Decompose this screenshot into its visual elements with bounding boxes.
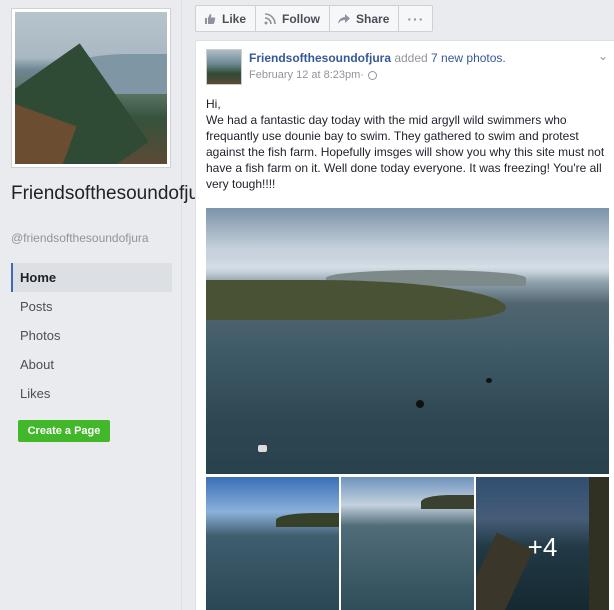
like-label: Like <box>222 11 247 26</box>
page-handle: @friendsofthesoundofjura <box>11 231 149 245</box>
post-photo-thumb-more[interactable]: +4 <box>476 477 609 610</box>
post-meta: February 12 at 8:23pm · <box>249 69 377 81</box>
photo-thumbnails: +4 <box>206 477 609 610</box>
more-options-button[interactable]: ··· <box>398 5 434 32</box>
post-photo-main[interactable] <box>206 208 609 474</box>
nav-item-photos[interactable]: Photos <box>11 321 172 350</box>
post-avatar[interactable] <box>206 49 242 85</box>
profile-image <box>15 12 167 164</box>
page-action-bar: Like Follow Share ··· <box>195 5 434 32</box>
post-header: Friendsofthesoundofjura added 7 new phot… <box>249 51 506 65</box>
chevron-down-icon[interactable]: ⌄ <box>598 49 608 63</box>
nav-item-likes[interactable]: Likes <box>11 379 172 408</box>
post-photo-thumb[interactable] <box>341 477 474 610</box>
post-action-text: added <box>391 51 432 65</box>
like-button[interactable]: Like <box>195 5 257 32</box>
more-photos-count: +4 <box>476 477 609 610</box>
page-nav: Home Posts Photos About Likes <box>11 263 172 408</box>
globe-icon <box>367 70 377 80</box>
post-body: We had a fantastic day today with the mi… <box>206 113 605 191</box>
post-photo-thumb[interactable] <box>206 477 339 610</box>
new-photos-link[interactable]: 7 new photos. <box>431 51 506 65</box>
post-author-link[interactable]: Friendsofthesoundofjura <box>249 51 391 65</box>
share-button[interactable]: Share <box>329 5 400 32</box>
create-page-button[interactable]: Create a Page <box>18 420 110 442</box>
post-card: Friendsofthesoundofjura added 7 new phot… <box>195 40 614 610</box>
thumbs-up-icon <box>204 13 216 25</box>
meta-separator: · <box>360 69 364 81</box>
profile-picture[interactable] <box>11 8 171 168</box>
share-arrow-icon <box>338 13 351 25</box>
follow-button[interactable]: Follow <box>255 5 331 32</box>
share-label: Share <box>356 11 390 26</box>
post-text: Hi, We had a fantastic day today with th… <box>206 96 610 192</box>
rss-icon <box>264 12 276 25</box>
page-title[interactable]: Friendsofthesoundofjura <box>11 182 216 205</box>
post-timestamp[interactable]: February 12 at 8:23pm <box>249 69 360 81</box>
follow-label: Follow <box>282 11 321 26</box>
post-greeting: Hi, <box>206 97 221 111</box>
nav-item-home[interactable]: Home <box>11 263 172 292</box>
nav-item-posts[interactable]: Posts <box>11 292 172 321</box>
page-sidebar: Friendsofthesoundofjura @friendsofthesou… <box>0 0 216 610</box>
nav-item-about[interactable]: About <box>11 350 172 379</box>
